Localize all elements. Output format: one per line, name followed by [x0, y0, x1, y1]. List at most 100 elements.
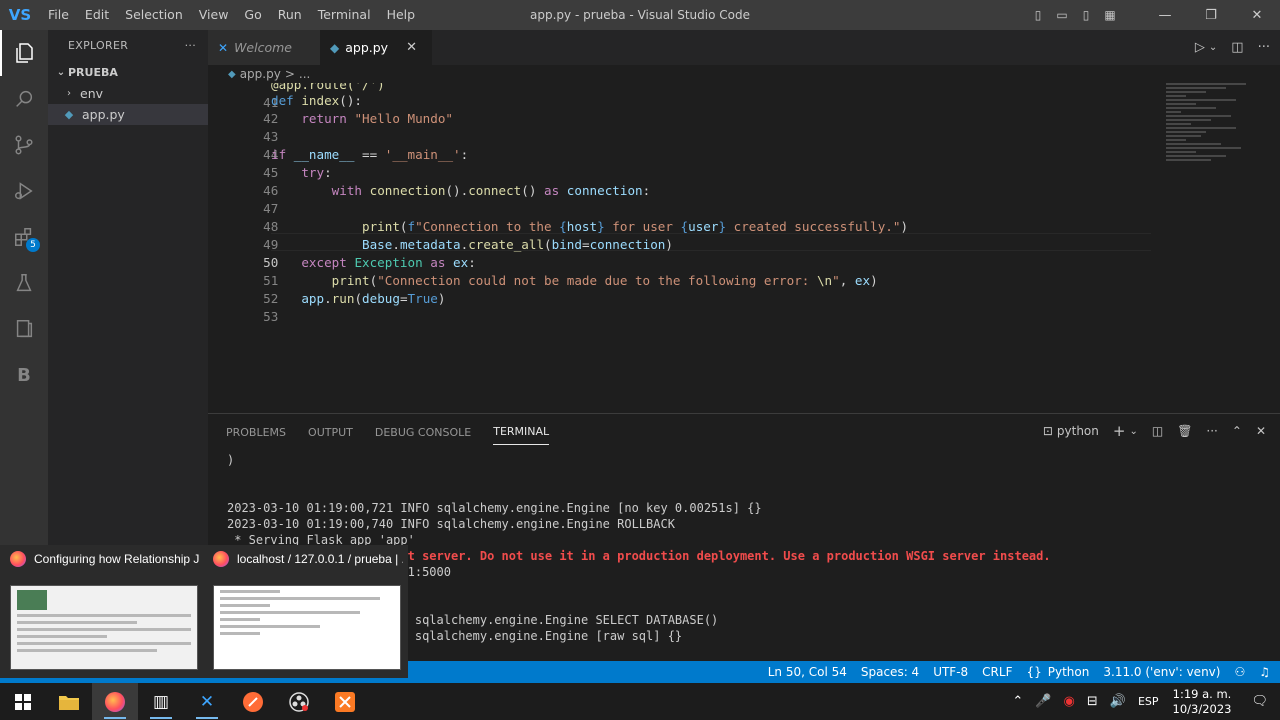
cursor-position[interactable]: Ln 50, Col 54	[768, 665, 847, 679]
close-panel-icon[interactable]: ✕	[1256, 424, 1266, 438]
menu-help[interactable]: Help	[379, 0, 424, 30]
workspace-root[interactable]: ⌄ PRUEBA	[48, 62, 208, 83]
volume-icon[interactable]: 🔊	[1110, 694, 1126, 709]
file-explorer-icon[interactable]	[46, 683, 92, 720]
notification-center-icon[interactable]: 🗨	[1251, 694, 1268, 709]
split-editor-icon[interactable]: ◫	[1231, 40, 1243, 55]
tab-welcome[interactable]: ✕ Welcome	[208, 30, 320, 65]
new-terminal-icon[interactable]: +	[1113, 422, 1126, 440]
terminal-line: 2023-03-10 01:19:00,721 INFO sqlalchemy.…	[227, 501, 762, 515]
search-icon[interactable]	[0, 76, 48, 122]
menu-go[interactable]: Go	[236, 0, 269, 30]
braces-icon: {}	[1026, 665, 1042, 679]
clock[interactable]: 1:19 a. m. 10/3/2023	[1173, 687, 1232, 717]
notifications-bell-icon[interactable]: ♫	[1259, 665, 1270, 679]
microphone-icon[interactable]: 🎤	[1035, 694, 1051, 709]
run-debug-icon[interactable]	[0, 168, 48, 214]
tree-item-label: app.py	[82, 107, 125, 122]
chevron-up-icon[interactable]: ⌃	[1012, 694, 1023, 709]
tab-app-py[interactable]: ◆ app.py ✕	[320, 30, 432, 65]
code-editor[interactable]: 41 @app.route('/') 42 def index(): 43 re…	[208, 83, 1280, 413]
remote-explorer-icon[interactable]	[0, 306, 48, 352]
tab-debug-console[interactable]: DEBUG CONSOLE	[375, 418, 471, 445]
indentation[interactable]: Spaces: 4	[861, 665, 919, 679]
xampp-icon[interactable]	[322, 683, 368, 720]
books-app-icon[interactable]: ▥	[138, 683, 184, 720]
more-actions-icon[interactable]: ···	[185, 39, 196, 52]
customize-layout-icon[interactable]: ▦	[1098, 0, 1122, 30]
thumbnail-window-2[interactable]: localhost / 127.0.0.1 / prueba | ...	[203, 545, 406, 678]
toggle-primary-sidebar-icon[interactable]: ▯	[1026, 0, 1050, 30]
tab-problems[interactable]: PROBLEMS	[226, 418, 286, 445]
thumbnail-title: localhost / 127.0.0.1 / prueba | ...	[237, 552, 403, 566]
code-line-50: 50 Base.metadata.create_all(bind=connect…	[208, 236, 1268, 270]
toggle-secondary-sidebar-icon[interactable]: ▯	[1074, 0, 1098, 30]
windows-start-icon[interactable]	[0, 683, 46, 720]
terminal-name[interactable]: python	[1057, 424, 1099, 438]
minimap[interactable]	[1166, 83, 1256, 183]
taskbar-thumbnail-popup: Configuring how Relationship J... localh…	[0, 545, 408, 678]
vscode-icon[interactable]: ✕	[184, 683, 230, 720]
code-text: except Exception as ex:	[301, 255, 476, 270]
menu-edit[interactable]: Edit	[77, 0, 117, 30]
tab-terminal[interactable]: TERMINAL	[493, 417, 550, 445]
menu-terminal[interactable]: Terminal	[310, 0, 379, 30]
toggle-panel-icon[interactable]: ▭	[1050, 0, 1074, 30]
vscode-logo-icon: ✕	[218, 40, 229, 55]
obs-icon[interactable]	[276, 683, 322, 720]
python-file-icon: ◆	[228, 68, 236, 80]
code-text: Base.metadata.create_all(bind=connection…	[362, 237, 673, 252]
menu-run[interactable]: Run	[270, 0, 310, 30]
menu-file[interactable]: File	[40, 0, 77, 30]
network-icon[interactable]: ⊟	[1087, 694, 1098, 709]
breadcrumb-file[interactable]: app.py	[240, 67, 281, 81]
menu-view[interactable]: View	[191, 0, 237, 30]
more-actions-icon[interactable]: ···	[1258, 40, 1270, 55]
code-text: def index():	[271, 93, 363, 108]
feedback-icon[interactable]: ⚇	[1234, 665, 1245, 679]
code-text: print("Connection could not be made due …	[331, 273, 878, 288]
chevron-right-icon: ›	[67, 88, 71, 99]
code-line-51: 51 except Exception as ex:	[208, 254, 1268, 288]
run-python-file-icon[interactable]: ▷	[1195, 40, 1205, 55]
chevron-down-icon[interactable]: ⌄	[1209, 42, 1217, 53]
chevron-down-icon[interactable]: ⌄	[1129, 426, 1137, 437]
close-icon[interactable]: ✕	[406, 40, 417, 55]
title-bar: VS File Edit Selection View Go Run Termi…	[0, 0, 1280, 30]
keyboard-language[interactable]: ESP	[1138, 695, 1159, 708]
menu-selection[interactable]: Selection	[117, 0, 191, 30]
testing-icon[interactable]	[0, 260, 48, 306]
minimize-button[interactable]: —	[1142, 0, 1188, 30]
antivirus-icon[interactable]: ◉	[1064, 694, 1075, 709]
firefox-icon[interactable]	[92, 683, 138, 720]
breadcrumb: ◆ app.py > ...	[208, 65, 1280, 83]
encoding[interactable]: UTF-8	[933, 665, 968, 679]
postman-icon[interactable]	[230, 683, 276, 720]
end-of-line[interactable]: CRLF	[982, 665, 1012, 679]
tab-label: app.py	[345, 40, 389, 55]
split-terminal-icon[interactable]: ◫	[1152, 424, 1163, 438]
b-extension-icon[interactable]: B	[0, 352, 48, 398]
python-interpreter[interactable]: 3.11.0 ('env': venv)	[1103, 665, 1220, 679]
tab-label: Welcome	[234, 40, 292, 55]
tree-item-env[interactable]: › env	[48, 83, 208, 104]
tab-output[interactable]: OUTPUT	[308, 418, 353, 445]
breadcrumb-symbol[interactable]: ...	[299, 67, 310, 81]
trash-icon[interactable]: 🗑	[1177, 424, 1192, 438]
restore-button[interactable]: ❐	[1188, 0, 1234, 30]
extensions-icon[interactable]: 5	[0, 214, 48, 260]
maximize-panel-icon[interactable]: ⌃	[1232, 424, 1242, 438]
close-window-button[interactable]: ✕	[1234, 0, 1280, 30]
more-actions-icon[interactable]: ···	[1206, 424, 1217, 438]
code-text: print(f"Connection to the {host} for use…	[362, 219, 909, 234]
workspace-root-label: PRUEBA	[68, 66, 118, 79]
explorer-title: EXPLORER	[68, 38, 129, 52]
tree-item-app-py[interactable]: ◆ app.py	[48, 104, 208, 125]
thumbnail-window-1[interactable]: Configuring how Relationship J...	[0, 545, 203, 678]
line-number: 53	[263, 309, 279, 324]
breadcrumb-separator: >	[284, 67, 295, 81]
language-mode[interactable]: Python	[1048, 665, 1090, 679]
explorer-icon[interactable]	[0, 30, 48, 76]
source-control-icon[interactable]	[0, 122, 48, 168]
